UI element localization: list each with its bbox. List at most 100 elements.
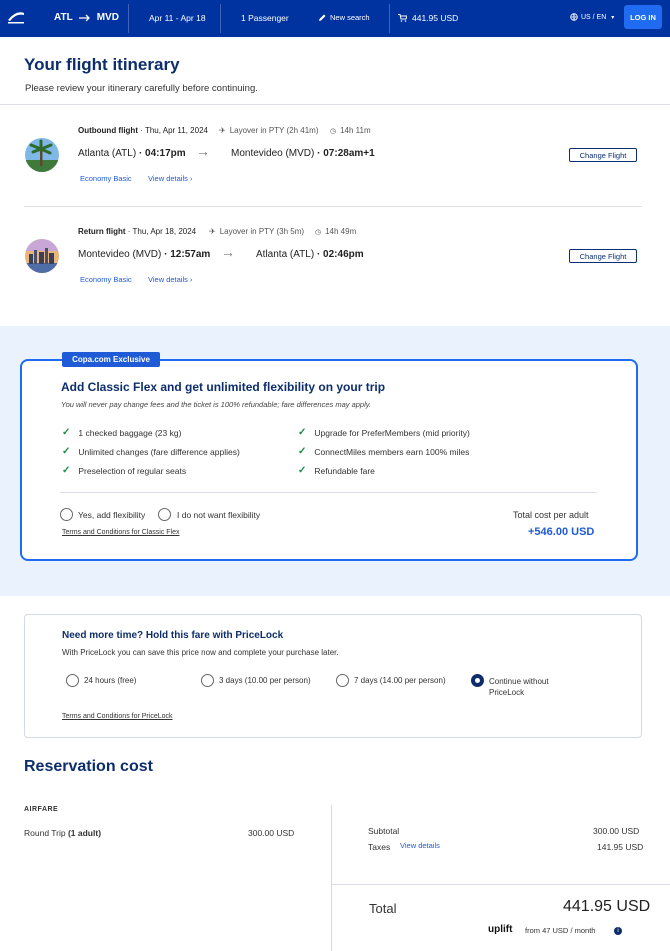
outbound-arrival: Montevideo (MVD) · 07:28am+1 [231, 148, 375, 159]
adult-count: (1 adult) [67, 828, 102, 838]
flex-no-label[interactable]: I do not want flexibility [177, 510, 260, 520]
divider [60, 492, 597, 493]
return-layover-text: Layover in PTY (3h 5m) [219, 227, 305, 236]
outbound-duration: ◷ 14h 11m [330, 126, 371, 135]
chevron-right-icon: › [189, 174, 193, 183]
outbound-from-time: · 04:17pm [138, 148, 186, 159]
airfare-label: AIRFARE [24, 806, 59, 813]
taxes-label: Taxes [368, 842, 391, 852]
outbound-view-details[interactable]: View details › [148, 174, 192, 183]
route-summary[interactable]: ATL MVD [54, 12, 119, 23]
flex-yes-label[interactable]: Yes, add flexibility [78, 510, 145, 520]
header-passengers[interactable]: 1 Passenger [241, 13, 289, 23]
login-button[interactable]: LOG IN [624, 5, 662, 29]
pricelock-7d-label[interactable]: 7 days (14.00 per person) [354, 676, 446, 685]
pricelock-3d-label[interactable]: 3 days (10.00 per person) [219, 676, 311, 685]
benefit-label: Upgrade for PreferMembers (mid priority) [314, 427, 470, 438]
return-view-details[interactable]: View details › [148, 275, 192, 284]
column-divider [331, 805, 332, 951]
round-trip-price: 300.00 USD [248, 828, 295, 838]
taxes-value: 141.95 USD [597, 842, 644, 852]
return-to-city: Atlanta (ATL) [256, 249, 315, 260]
taxes-view-details[interactable]: View details [400, 841, 440, 850]
info-icon[interactable]: i [614, 927, 622, 935]
check-icon: ✓ [62, 427, 71, 438]
benefit-item: ✓ Unlimited changes (fare difference appl… [62, 446, 240, 457]
cart-total[interactable]: 441.95 USD [398, 13, 458, 23]
divider [24, 206, 642, 207]
benefit-label: ConnectMiles members earn 100% miles [314, 446, 470, 457]
outbound-to-time: · 07:28am+1 [317, 148, 375, 159]
header-dates[interactable]: Apr 11 - Apr 18 [149, 13, 206, 23]
benefit-item: ✓ Upgrade for PreferMembers (mid priority… [298, 427, 470, 438]
new-search-label: New search [330, 13, 370, 22]
arrow-right-icon: → [221, 244, 235, 260]
outbound-details-label: View details [148, 174, 188, 183]
subtotal-value: 300.00 USD [593, 826, 640, 836]
return-label: Return flight · Thu, Apr 18, 2024 [78, 227, 196, 236]
pricelock-none-label[interactable]: Continue without PriceLock [489, 676, 569, 698]
pricelock-7d-radio[interactable] [336, 674, 349, 687]
flex-cost-label: Total cost per adult [513, 510, 589, 520]
outbound-label: Outbound flight · Thu, Apr 11, 2024 [78, 126, 208, 135]
outbound-to-city: Montevideo (MVD) [231, 148, 315, 159]
header-divider [220, 4, 221, 33]
return-duration: ◷ 14h 49m [315, 227, 356, 236]
check-icon: ✓ [298, 446, 307, 457]
outbound-date: · Thu, Apr 11, 2024 [140, 126, 208, 135]
return-departure: Montevideo (MVD) · 12:57am [78, 249, 210, 260]
pencil-icon [319, 14, 326, 21]
uplift-amount: from 47 USD [525, 926, 569, 935]
benefit-label: 1 checked baggage (23 kg) [78, 427, 182, 438]
pricelock-subtitle: With PriceLock you can save this price n… [62, 648, 339, 657]
divider [0, 104, 670, 105]
pricelock-24h-radio[interactable] [66, 674, 79, 687]
check-icon: ✓ [298, 427, 307, 438]
check-icon: ✓ [62, 446, 71, 457]
flex-no-radio[interactable] [158, 508, 171, 521]
pricelock-none-radio[interactable] [471, 674, 484, 687]
uplift-logo[interactable]: uplift [488, 924, 512, 935]
cart-total-value: 441.95 USD [412, 13, 459, 23]
outbound-fare-link[interactable]: Economy Basic [80, 174, 132, 183]
change-return-button[interactable]: Change Flight [569, 249, 637, 263]
copa-logo-icon[interactable] [6, 8, 26, 26]
cart-icon [398, 14, 407, 22]
locale-selector[interactable]: US / EN ▾ [570, 13, 614, 21]
return-title: Return flight [78, 227, 126, 236]
montevideo-photo [25, 239, 59, 273]
outbound-layover-text: Layover in PTY (2h 41m) [229, 126, 319, 135]
arrow-right-icon [78, 14, 90, 21]
pricelock-title: Need more time? Hold this fare with Pric… [62, 630, 284, 641]
flex-yes-radio[interactable] [60, 508, 73, 521]
return-layover: ✈ Layover in PTY (3h 5m) [209, 227, 304, 236]
benefit-item: ✓ 1 checked baggage (23 kg) [62, 427, 181, 438]
outbound-from-city: Atlanta (ATL) [78, 148, 137, 159]
flex-title: Add Classic Flex and get unlimited flexi… [61, 380, 386, 394]
new-search-button[interactable]: New search [318, 13, 370, 22]
top-bar: ATL MVD Apr 11 - Apr 18 1 Passenger New … [0, 0, 670, 37]
uplift-per-month: / month [570, 926, 596, 935]
benefit-item: ✓ ConnectMiles members earn 100% miles [298, 446, 469, 457]
return-fare-link[interactable]: Economy Basic [80, 275, 132, 284]
reservation-title: Reservation cost [24, 758, 153, 775]
clock-icon: ◷ [315, 228, 322, 236]
benefit-label: Preselection of regular seats [78, 465, 187, 476]
return-date: · Thu, Apr 18, 2024 [127, 227, 197, 236]
header-divider [128, 4, 129, 33]
benefit-label: Refundable fare [314, 465, 375, 476]
clock-icon: ◷ [330, 127, 337, 135]
globe-icon [570, 13, 578, 21]
total-value: 441.95 USD [563, 898, 651, 915]
pricelock-terms-link[interactable]: Terms and Conditions for PriceLock [62, 713, 173, 720]
flex-terms-link[interactable]: Terms and Conditions for Classic Flex [62, 529, 180, 536]
chevron-down-icon: ▾ [611, 14, 615, 21]
return-arrival: Atlanta (ATL) · 02:46pm [256, 249, 364, 260]
pricelock-3d-radio[interactable] [201, 674, 214, 687]
outbound-title: Outbound flight [78, 126, 138, 135]
plane-icon: ✈ [219, 126, 226, 135]
pricelock-24h-label[interactable]: 24 hours (free) [84, 676, 136, 685]
change-outbound-button[interactable]: Change Flight [569, 148, 637, 162]
locale-label: US / EN [581, 13, 607, 21]
divider [332, 884, 670, 885]
